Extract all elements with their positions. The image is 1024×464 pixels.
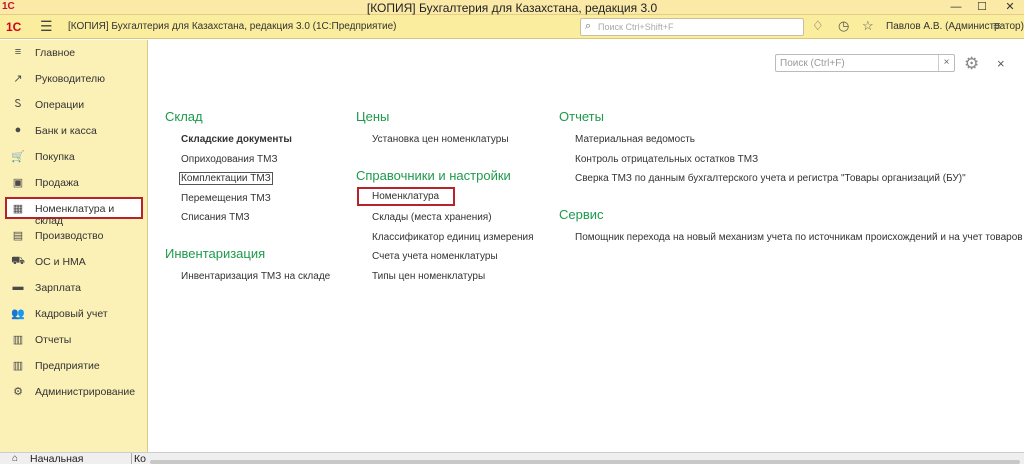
sidebar-item-zarplata[interactable]: ▬ Зарплата [0,278,148,298]
open-windows-bar: ⌂ Начальная страница Ко [0,452,1024,464]
sidebar-item-label: Отчеты [35,334,72,346]
sidebar-item-predpriyatie[interactable]: ▥ Предприятие [0,356,148,376]
tab-start-page[interactable]: Начальная страница [22,453,132,464]
window-title: [КОПИЯ] Бухгалтерия для Казахстана, реда… [366,1,658,15]
global-search-input[interactable]: ⌕ Поиск Ctrl+Shift+F [580,18,804,36]
bell-icon[interactable]: ♢ [812,18,824,34]
sidebar-item-administrirovanie[interactable]: ⚙ Администрирование [0,382,148,402]
trend-icon: ↗ [13,73,23,85]
panel-search-input[interactable]: Поиск (Ctrl+F) × [775,54,955,72]
people-icon: 👥 [11,308,25,320]
truck-icon: ⛟ [11,255,25,267]
sidebar-item-label: Операции [35,99,85,111]
tab-next[interactable]: Ко [134,453,146,464]
search-icon: ⌕ [585,20,592,32]
chart-icon: ▥ [12,334,24,346]
sidebar-item-label: Руководителю [35,73,106,85]
clear-search-button[interactable]: × [938,55,954,71]
section-ceny-title: Цены [356,109,390,124]
sidebar-item-nomenklatura[interactable]: ▦ Номенклатура и склад [5,197,143,227]
link-sklady[interactable]: Склады (места хранения) [372,212,492,223]
maximize-button[interactable]: ☐ [968,0,996,15]
money-icon: ● [14,124,22,136]
sidebar-item-label: Банк и касса [35,125,97,137]
global-search-placeholder: Поиск Ctrl+Shift+F [598,22,674,32]
link-sverka-tmz[interactable]: Сверка ТМЗ по данным бухгалтерского учет… [575,173,966,184]
sidebar-item-prodazha[interactable]: ▣ Продажа [0,173,148,193]
sidebar-item-os-nma[interactable]: ⛟ ОС и НМА [0,252,148,272]
sidebar-item-label: Покупка [35,151,75,163]
production-icon: ▤ [12,230,24,242]
sidebar-item-label: Предприятие [35,360,100,372]
sidebar-item-label: Производство [35,230,104,242]
panel-search-placeholder: Поиск (Ctrl+F) [780,58,845,69]
salary-icon: ▬ [12,281,24,293]
list-icon: ≡ [14,46,22,58]
main-menu-icon[interactable]: ☰ [40,18,53,35]
sidebar-item-label: Номенклатура и склад [35,203,115,227]
app-toolbar: 1С ☰ [КОПИЯ] Бухгалтерия для Казахстана,… [0,15,1024,39]
sidebar-item-otchety[interactable]: ▥ Отчеты [0,330,148,350]
current-user[interactable]: Павлов А.В. (Администратор) [886,21,1024,32]
building-icon: ▥ [12,360,24,372]
link-pomoshnik-perehoda[interactable]: Помощник перехода на новый механизм учет… [575,232,1024,243]
window-title-bar: 1С [КОПИЯ] Бухгалтерия для Казахстана, р… [0,0,1024,15]
section-inventarizaciya-title: Инвентаризация [165,246,266,261]
sidebar-item-glavnoe[interactable]: ≡ Главное [0,43,148,63]
sidebar-item-pokupka[interactable]: 🛒 Покупка [0,147,148,167]
section-servis-title: Сервис [559,207,604,222]
sidebar-item-label: Администрирование [35,386,136,398]
sidebar-item-kadry[interactable]: 👥 Кадровый учет [0,304,148,324]
close-panel-button[interactable]: × [997,56,1005,71]
section-spravochniki-title: Справочники и настройки [356,168,511,183]
sections-sidebar: ≡ Главное ↗ Руководителю Ꮪ Операции ● Ба… [0,40,148,452]
sidebar-item-bank[interactable]: ● Банк и касса [0,121,148,141]
sidebar-item-label: Кадровый учет [35,308,108,320]
section-panel: Поиск (Ctrl+F) × ⚙ × Склад Складские док… [149,40,1024,452]
minimize-button[interactable]: — [942,0,970,15]
sidebar-item-label: Продажа [35,177,79,189]
sidebar-item-operacii[interactable]: Ꮪ Операции [0,95,148,115]
link-skladskie-dokumenty[interactable]: Складские документы [181,134,292,145]
link-oprihodovaniya[interactable]: Оприходования ТМЗ [181,154,278,165]
sidebar-item-rukovoditelyu[interactable]: ↗ Руководителю [0,69,148,89]
sidebar-item-label: Зарплата [35,282,81,294]
close-window-button[interactable]: ✕ [996,0,1024,15]
link-klassifikator[interactable]: Классификатор единиц измерения [372,232,534,243]
star-icon[interactable]: ☆ [862,18,874,34]
section-sklad-title: Склад [165,109,203,124]
sidebar-item-label: ОС и НМА [35,256,86,268]
link-spisaniya[interactable]: Списания ТМЗ [181,212,250,223]
sidebar-item-label: Главное [35,47,76,59]
gear-icon: ⚙ [13,386,23,398]
cart-icon: 🛒 [11,151,25,163]
link-peremescheniya[interactable]: Перемещения ТМЗ [181,193,271,204]
home-icon[interactable]: ⌂ [12,453,18,464]
grid-icon: ▦ [12,203,24,215]
history-icon[interactable]: ◷ [838,18,849,34]
app-logo: 1С [6,20,22,34]
link-tipy-cen[interactable]: Типы цен номенклатуры [372,271,485,282]
options-icon[interactable]: ≡ [993,18,1001,33]
sidebar-item-proizvodstvo[interactable]: ▤ Производство [0,226,148,246]
link-nomenklatura[interactable]: Номенклатура [357,187,456,206]
operations-icon: Ꮪ [14,98,22,110]
link-materialnaya-vedomost[interactable]: Материальная ведомость [575,134,695,145]
settings-gear-icon[interactable]: ⚙ [964,54,979,74]
link-kontrol-ostatkov[interactable]: Контроль отрицательных остатков ТМЗ [575,154,758,165]
sale-icon: ▣ [12,177,24,189]
section-otchety-title: Отчеты [559,109,604,124]
link-scheta-ucheta[interactable]: Счета учета номенклатуры [372,251,498,262]
tab-label: Начальная страница [30,453,84,464]
link-komplektacii[interactable]: Комплектации ТМЗ [179,172,273,185]
link-ustanovka-cen[interactable]: Установка цен номенклатуры [372,134,509,145]
link-inventarizaciya-tmz[interactable]: Инвентаризация ТМЗ на складе [181,271,330,282]
horizontal-scrollbar[interactable] [150,460,1020,464]
app-title: [КОПИЯ] Бухгалтерия для Казахстана, реда… [68,21,397,32]
